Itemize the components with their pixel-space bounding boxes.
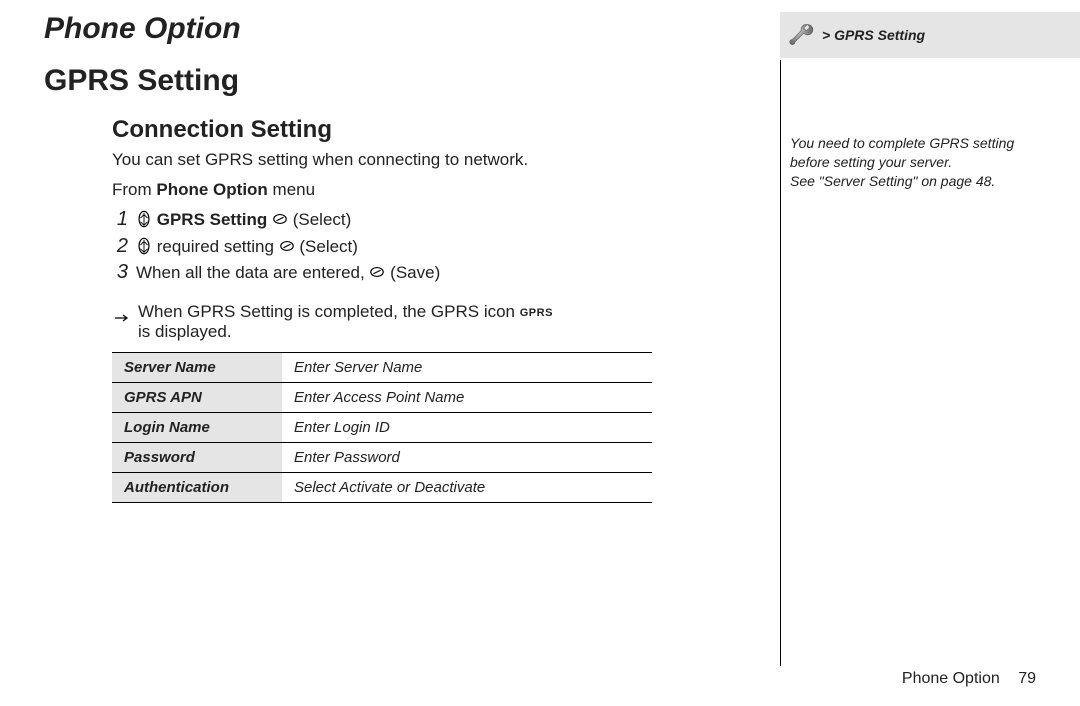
table-row: Login Name Enter Login ID [112,412,652,442]
step-action: (Select) [293,210,352,229]
table-row: Authentication Select Activate or Deacti… [112,472,652,502]
step-number: 1 [112,208,128,230]
sidebar-note: You need to complete GPRS setting before… [780,58,1080,191]
action-icon [272,210,288,228]
step-bold: GPRS Setting [157,210,268,229]
table-value: Enter Server Name [282,352,652,382]
step-number: 2 [112,235,128,257]
table-label: Password [112,442,282,472]
nav-icon [136,210,152,228]
sidebar-header: > GPRS Setting [780,12,1080,58]
from-line: From Phone Option menu [112,180,732,200]
settings-table: Server Name Enter Server Name GPRS APN E… [112,352,652,503]
step-text: required setting [157,237,279,256]
arrow-icon [114,302,128,328]
table-label: Server Name [112,352,282,382]
nav-icon [136,237,152,255]
footer-section: Phone Option [902,670,1000,687]
step-number: 3 [112,261,128,283]
step-action: (Save) [390,263,440,282]
action-icon [369,263,385,281]
table-label: Authentication [112,472,282,502]
chapter-title: Phone Option [44,12,732,46]
page-footer: Phone Option 79 [902,670,1036,688]
table-value: Enter Login ID [282,412,652,442]
breadcrumb: > GPRS Setting [822,27,925,43]
wrench-icon [788,21,816,49]
page-number: 79 [1018,670,1036,687]
result-note: When GPRS Setting is completed, the GPRS… [114,302,732,342]
table-label: GPRS APN [112,382,282,412]
table-label: Login Name [112,412,282,442]
table-value: Enter Access Point Name [282,382,652,412]
step-row: 3 When all the data are entered, (Save) [112,261,732,286]
table-row: GPRS APN Enter Access Point Name [112,382,652,412]
step-row: 1 GPRS Setting (Select) [112,208,732,233]
action-icon [279,237,295,255]
gprs-badge: GPRS [520,307,553,319]
step-row: 2 required setting (Select) [112,235,732,260]
section-heading: Connection Setting [112,116,732,144]
steps-list: 1 GPRS Setting (Select) 2 required setti… [112,208,732,286]
step-action: (Select) [299,237,358,256]
page-heading: GPRS Setting [44,64,732,98]
table-value: Select Activate or Deactivate [282,472,652,502]
intro-text: You can set GPRS setting when connecting… [112,150,732,170]
step-text: When all the data are entered, [136,263,369,282]
table-row: Server Name Enter Server Name [112,352,652,382]
table-value: Enter Password [282,442,652,472]
table-row: Password Enter Password [112,442,652,472]
